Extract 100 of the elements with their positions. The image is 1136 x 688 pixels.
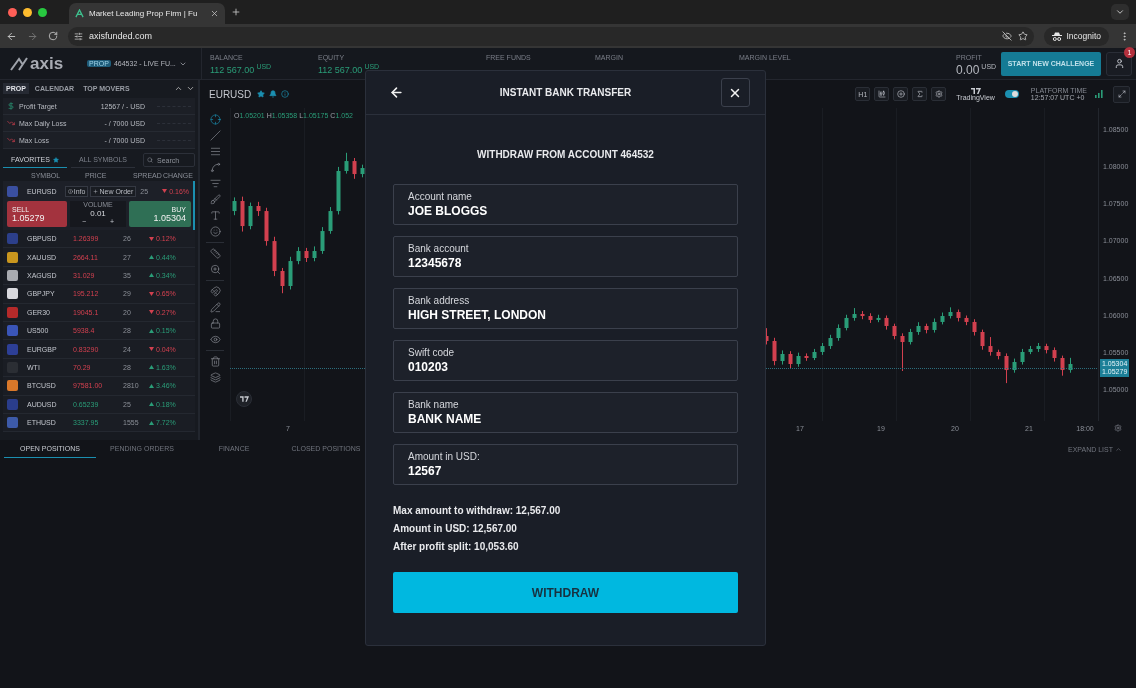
field-input[interactable]: BANK NAME: [408, 412, 723, 426]
minimize-window-button[interactable]: [23, 7, 32, 17]
lock-icon[interactable]: [209, 318, 221, 329]
add-button[interactable]: [893, 87, 909, 101]
browser-tab[interactable]: Market Leading Prop Firm | Fu: [69, 3, 225, 24]
candle: [932, 317, 937, 334]
eye-icon[interactable]: [209, 334, 221, 345]
candle: [240, 196, 245, 233]
candle: [312, 245, 317, 262]
trash-icon[interactable]: [209, 356, 221, 367]
field-input[interactable]: 12345678: [408, 256, 723, 270]
candle: [820, 342, 825, 356]
back-icon[interactable]: [6, 30, 17, 42]
candle: [1004, 352, 1009, 384]
withdraw-button[interactable]: WITHDRAW: [393, 572, 738, 613]
dialog-subtitle: WITHDRAW FROM ACCOUNT 464532: [477, 149, 654, 160]
new-tab-icon[interactable]: [231, 7, 241, 17]
text-icon[interactable]: [209, 210, 221, 221]
candle: [924, 323, 929, 334]
candlestick-icon: [877, 90, 886, 98]
candle: [972, 318, 977, 337]
candle: [1020, 348, 1025, 366]
brush-icon[interactable]: [209, 194, 221, 205]
settings-icon[interactable]: [1114, 424, 1122, 432]
bell-icon[interactable]: [269, 90, 278, 98]
eye-off-icon[interactable]: [1001, 31, 1012, 41]
candle: [1052, 346, 1057, 363]
field-label: Account name: [408, 191, 473, 202]
candle: [860, 310, 865, 320]
input-field[interactable]: Bank account 12345678: [393, 236, 738, 277]
candle: [796, 352, 801, 368]
candle: [304, 247, 309, 263]
trending-down-icon: [7, 136, 15, 144]
ruler-icon[interactable]: [209, 248, 221, 259]
crosshair-icon[interactable]: [209, 114, 221, 125]
tab-list-button[interactable]: [1111, 4, 1129, 20]
candle: [812, 348, 817, 361]
back-button[interactable]: [388, 85, 404, 100]
candles-button[interactable]: [874, 87, 890, 101]
field-input[interactable]: JOE BLOGGS: [408, 204, 723, 218]
zoom-in-icon[interactable]: [209, 264, 221, 275]
fullscreen-button[interactable]: [1113, 85, 1130, 103]
candle: [248, 202, 253, 230]
input-field[interactable]: Bank name BANK NAME: [393, 392, 738, 433]
logo-icon: [236, 391, 252, 407]
input-field[interactable]: Account name JOE BLOGGS: [393, 184, 738, 225]
info-icon[interactable]: [281, 90, 290, 98]
dialog-title: INSTANT BANK TRANSFER: [498, 87, 633, 98]
field-input[interactable]: 12567: [408, 464, 723, 478]
chart-toggle[interactable]: [1004, 90, 1019, 98]
candle: [1012, 358, 1017, 374]
reload-icon[interactable]: [48, 31, 58, 41]
input-field[interactable]: Bank address HIGH STREET, LONDON: [393, 288, 738, 329]
smiley-icon[interactable]: [209, 226, 221, 237]
site-settings-icon[interactable]: [74, 31, 83, 41]
field-input[interactable]: HIGH STREET, LONDON: [408, 308, 723, 322]
candle: [264, 207, 269, 247]
filter-icon[interactable]: [209, 178, 221, 189]
candle: [916, 321, 921, 336]
candle: [1028, 345, 1033, 355]
star-icon[interactable]: [257, 90, 266, 98]
address-bar[interactable]: axisfunded.com: [68, 26, 1034, 46]
pattern-icon[interactable]: [209, 162, 221, 173]
indicators-button[interactable]: [912, 87, 928, 101]
plus-circle-icon: [896, 90, 905, 98]
pencil-icon[interactable]: [209, 302, 221, 313]
candle: [964, 315, 969, 326]
input-field[interactable]: Swift code 010203: [393, 340, 738, 381]
lines-icon[interactable]: [209, 146, 221, 157]
logo-icon: [970, 87, 981, 94]
field-input[interactable]: 010203: [408, 360, 723, 374]
candle: [868, 312, 873, 324]
candle: [1044, 343, 1049, 354]
chevron-down-icon: [1115, 7, 1125, 17]
input-field[interactable]: Amount in USD: 12567: [393, 444, 738, 485]
candle: [956, 309, 961, 322]
candle: [352, 157, 357, 180]
candle: [1036, 342, 1041, 353]
candle: [280, 267, 285, 294]
close-tab-icon[interactable]: [210, 9, 219, 18]
bookmark-star-icon[interactable]: [1017, 31, 1028, 41]
magnet-icon[interactable]: [209, 286, 221, 297]
close-button[interactable]: [720, 78, 750, 107]
candle: [1068, 357, 1073, 374]
logo-icon: [75, 9, 84, 18]
candle: [232, 196, 237, 216]
candle: [772, 337, 777, 366]
chevron-up-icon[interactable]: [174, 84, 183, 93]
line-icon[interactable]: [209, 130, 221, 141]
maximize-window-button[interactable]: [38, 7, 47, 17]
settings-button[interactable]: [931, 87, 947, 101]
close-window-button[interactable]: [8, 7, 17, 17]
stat-value: 112 567.00 $^{USD}$: [318, 63, 381, 75]
candle: [780, 349, 785, 366]
chevron-down-icon[interactable]: [186, 84, 195, 93]
forward-icon[interactable]: [27, 30, 38, 42]
search-icon: [147, 157, 153, 163]
hat-glasses-icon: [1051, 31, 1062, 41]
incognito-button[interactable]: Incognito: [1043, 26, 1109, 46]
layers-icon[interactable]: [209, 372, 221, 383]
